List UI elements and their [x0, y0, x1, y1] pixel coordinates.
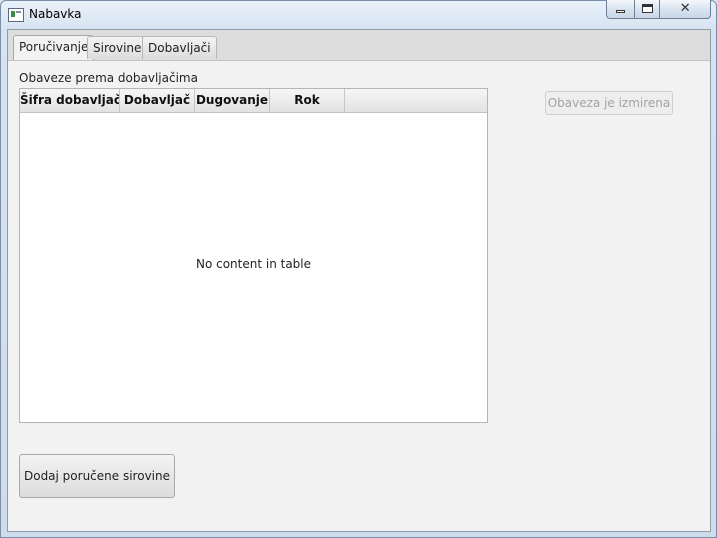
column-header-dugovanje[interactable]: Dugovanje — [195, 89, 270, 112]
client-area: Poručivanje Sirovine Dobavljači Obaveze … — [7, 29, 711, 532]
maximize-icon — [641, 4, 653, 13]
close-button[interactable]: ✕ — [660, 0, 711, 19]
window-controls: ✕ — [606, 0, 711, 19]
tab-bar: Poručivanje Sirovine Dobavljači — [8, 30, 710, 61]
tab-content: Obaveze prema dobavljačima Šifra dobavlj… — [8, 61, 710, 531]
tab-dobavljaci[interactable]: Dobavljači — [142, 36, 217, 59]
obligations-table[interactable]: Šifra dobavljača Dobavljač Dugovanje Rok… — [19, 88, 488, 423]
minimize-icon — [616, 10, 625, 13]
minimize-button[interactable] — [606, 0, 635, 19]
window-title: Nabavka — [29, 7, 82, 21]
table-placeholder: No content in table — [195, 257, 312, 271]
tab-porucivanje[interactable]: Poručivanje — [13, 35, 95, 60]
column-header-sifra[interactable]: Šifra dobavljača — [20, 89, 120, 112]
app-window-icon — [8, 8, 24, 22]
tab-sirovine[interactable]: Sirovine — [87, 36, 148, 59]
column-header-rok[interactable]: Rok — [270, 89, 345, 112]
add-ordered-materials-button[interactable]: Dodaj poručene sirovine — [19, 454, 175, 498]
obligation-paid-button[interactable]: Obaveza je izmirena — [545, 91, 673, 115]
column-header-dobavljac[interactable]: Dobavljač — [120, 89, 195, 112]
close-icon: ✕ — [679, 1, 691, 16]
maximize-button[interactable] — [634, 0, 661, 19]
title-bar[interactable]: Nabavka ✕ — [0, 0, 717, 28]
table-header: Šifra dobavljača Dobavljač Dugovanje Rok — [20, 89, 487, 113]
section-label: Obaveze prema dobavljačima — [19, 71, 198, 85]
